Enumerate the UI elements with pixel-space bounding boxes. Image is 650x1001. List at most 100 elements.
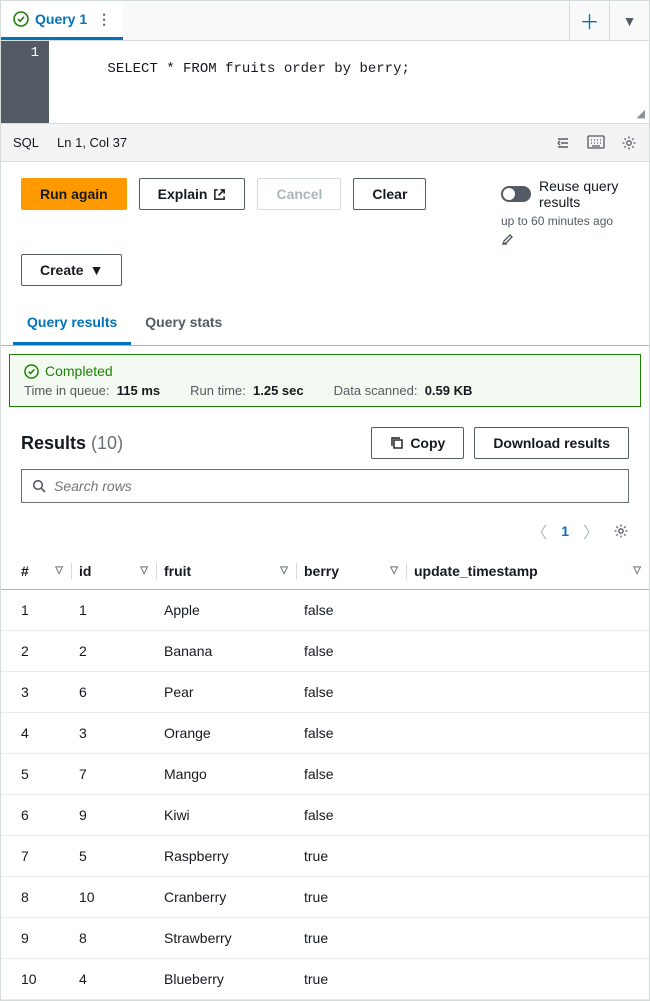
cell-ts xyxy=(406,713,649,754)
query-status-banner: Completed Time in queue: 115 ms Run time… xyxy=(9,354,641,407)
cell-ts xyxy=(406,795,649,836)
cell-id: 3 xyxy=(71,713,156,754)
cell-ts xyxy=(406,959,649,1000)
cell-n: 8 xyxy=(1,877,71,918)
prev-page-button[interactable]: 〈 xyxy=(531,519,547,543)
cell-fruit: Mango xyxy=(156,754,296,795)
status-language: SQL xyxy=(13,135,39,150)
download-results-button[interactable]: Download results xyxy=(474,427,629,459)
check-circle-icon xyxy=(24,364,39,379)
cell-id: 2 xyxy=(71,631,156,672)
cell-berry: false xyxy=(296,713,406,754)
caret-down-icon: ▼ xyxy=(90,262,104,278)
cell-ts xyxy=(406,631,649,672)
cell-fruit: Orange xyxy=(156,713,296,754)
cell-berry: false xyxy=(296,672,406,713)
page-number: 1 xyxy=(561,523,569,539)
cell-n: 4 xyxy=(1,713,71,754)
filter-icon[interactable]: ▽ xyxy=(55,565,63,576)
cell-n: 6 xyxy=(1,795,71,836)
cell-fruit: Banana xyxy=(156,631,296,672)
cell-fruit: Raspberry xyxy=(156,836,296,877)
filter-icon[interactable]: ▽ xyxy=(280,565,288,576)
clear-button[interactable]: Clear xyxy=(353,178,426,210)
cell-ts xyxy=(406,590,649,631)
create-button[interactable]: Create ▼ xyxy=(21,254,122,286)
keyboard-icon[interactable] xyxy=(587,135,605,151)
cancel-button: Cancel xyxy=(257,178,341,210)
cell-id: 7 xyxy=(71,754,156,795)
editor-code[interactable]: SELECT * FROM fruits order by berry; ◢ xyxy=(49,41,649,123)
cell-fruit: Strawberry xyxy=(156,918,296,959)
sql-editor[interactable]: 1 SELECT * FROM fruits order by berry; ◢ xyxy=(1,41,649,124)
table-row: 104Blueberrytrue xyxy=(1,959,649,1000)
action-toolbar: Run again Explain Cancel Clear Reuse que… xyxy=(1,162,649,254)
external-link-icon xyxy=(213,188,226,201)
cell-berry: false xyxy=(296,795,406,836)
edit-pencil-icon[interactable] xyxy=(501,232,515,246)
filter-icon[interactable]: ▽ xyxy=(140,565,148,576)
col-header-id[interactable]: id▽ xyxy=(71,553,156,590)
cell-n: 1 xyxy=(1,590,71,631)
table-row: 43Orangefalse xyxy=(1,713,649,754)
cell-fruit: Apple xyxy=(156,590,296,631)
table-row: 75Raspberrytrue xyxy=(1,836,649,877)
filter-icon[interactable]: ▽ xyxy=(390,565,398,576)
settings-gear-icon[interactable] xyxy=(621,135,637,151)
cell-ts xyxy=(406,918,649,959)
table-row: 22Bananafalse xyxy=(1,631,649,672)
format-icon[interactable] xyxy=(555,135,571,151)
editor-tab-1[interactable]: Query 1 ⋮ xyxy=(1,1,123,40)
table-row: 69Kiwifalse xyxy=(1,795,649,836)
run-again-button[interactable]: Run again xyxy=(21,178,127,210)
toggle-icon xyxy=(501,186,531,202)
kebab-icon[interactable]: ⋮ xyxy=(93,11,111,28)
add-tab-button[interactable]: ＋ xyxy=(569,1,609,40)
cell-id: 8 xyxy=(71,918,156,959)
reuse-results-subtext: up to 60 minutes ago xyxy=(501,214,613,228)
copy-icon xyxy=(390,436,404,450)
tab-query-stats[interactable]: Query stats xyxy=(131,302,236,345)
col-header-row[interactable]: #▽ xyxy=(1,553,71,590)
result-tabbar: Query results Query stats xyxy=(1,302,649,346)
explain-button[interactable]: Explain xyxy=(139,178,246,210)
cell-berry: false xyxy=(296,754,406,795)
tab-menu-button[interactable]: ▼ xyxy=(609,1,649,40)
table-settings-gear-icon[interactable] xyxy=(613,523,629,539)
cell-berry: true xyxy=(296,836,406,877)
cell-id: 1 xyxy=(71,590,156,631)
search-rows-input[interactable] xyxy=(54,478,618,494)
reuse-results-control: Reuse query results up to 60 minutes ago xyxy=(501,178,629,246)
cell-fruit: Blueberry xyxy=(156,959,296,1000)
copy-button[interactable]: Copy xyxy=(371,427,464,459)
cell-berry: false xyxy=(296,631,406,672)
reuse-results-toggle[interactable]: Reuse query results xyxy=(501,178,629,210)
tab-query-results[interactable]: Query results xyxy=(13,302,131,345)
col-header-timestamp[interactable]: update_timestamp▽ xyxy=(406,553,649,590)
cell-id: 5 xyxy=(71,836,156,877)
next-page-button[interactable]: 〉 xyxy=(583,519,599,543)
cell-berry: true xyxy=(296,918,406,959)
cell-berry: true xyxy=(296,959,406,1000)
cell-id: 4 xyxy=(71,959,156,1000)
editor-line-1: SELECT * FROM fruits order by berry; xyxy=(107,61,409,77)
col-header-fruit[interactable]: fruit▽ xyxy=(156,553,296,590)
cell-n: 7 xyxy=(1,836,71,877)
filter-icon[interactable]: ▽ xyxy=(633,565,641,576)
table-row: 36Pearfalse xyxy=(1,672,649,713)
col-header-berry[interactable]: berry▽ xyxy=(296,553,406,590)
cell-n: 3 xyxy=(1,672,71,713)
table-row: 98Strawberrytrue xyxy=(1,918,649,959)
search-rows-input-wrap[interactable] xyxy=(21,469,629,503)
pagination: 〈 1 〉 xyxy=(1,515,649,553)
cell-id: 6 xyxy=(71,672,156,713)
results-header: Results (10) Copy Download results xyxy=(1,407,649,469)
cell-id: 9 xyxy=(71,795,156,836)
editor-tab-label: Query 1 xyxy=(35,11,87,27)
cell-berry: true xyxy=(296,877,406,918)
cell-n: 2 xyxy=(1,631,71,672)
cell-fruit: Cranberry xyxy=(156,877,296,918)
results-title: Results (10) xyxy=(21,433,123,454)
cell-ts xyxy=(406,836,649,877)
table-row: 11Applefalse xyxy=(1,590,649,631)
